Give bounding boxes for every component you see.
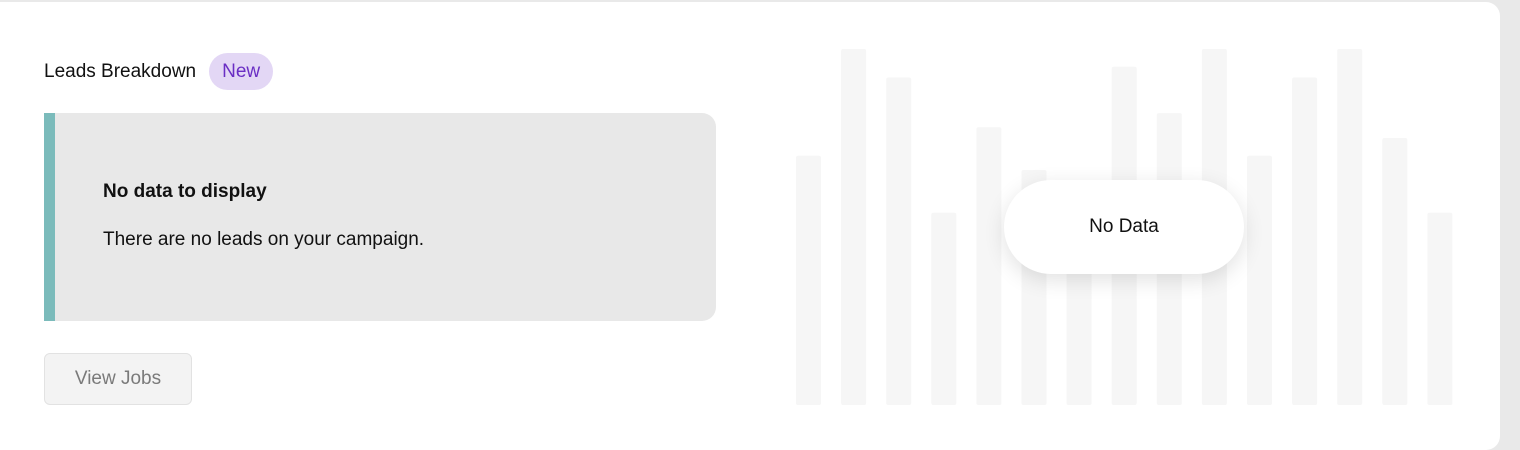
- empty-state-callout: No data to display There are no leads on…: [44, 113, 716, 321]
- new-badge: New: [209, 53, 274, 90]
- placeholder-bar: [1427, 212, 1453, 405]
- placeholder-bar: [1292, 77, 1318, 405]
- placeholder-bar: [1382, 138, 1408, 405]
- card-title: Leads Breakdown: [44, 60, 197, 82]
- placeholder-bar: [841, 49, 867, 405]
- placeholder-bar: [886, 77, 912, 405]
- placeholder-bar: [976, 127, 1002, 406]
- placeholder-bar: [1247, 155, 1272, 405]
- page-gutter: [1500, 0, 1520, 450]
- view-jobs-button[interactable]: View Jobs: [44, 353, 192, 405]
- placeholder-bar: [796, 155, 821, 405]
- empty-state-heading: No data to display: [103, 181, 267, 202]
- placeholder-bar: [1337, 49, 1363, 405]
- card-header: Leads Breakdown New: [44, 53, 274, 90]
- placeholder-bar: [931, 212, 957, 405]
- empty-state-message: There are no leads on your campaign.: [103, 229, 425, 250]
- callout-accent-bar: [44, 113, 55, 321]
- no-data-overlay: No Data: [1004, 180, 1244, 274]
